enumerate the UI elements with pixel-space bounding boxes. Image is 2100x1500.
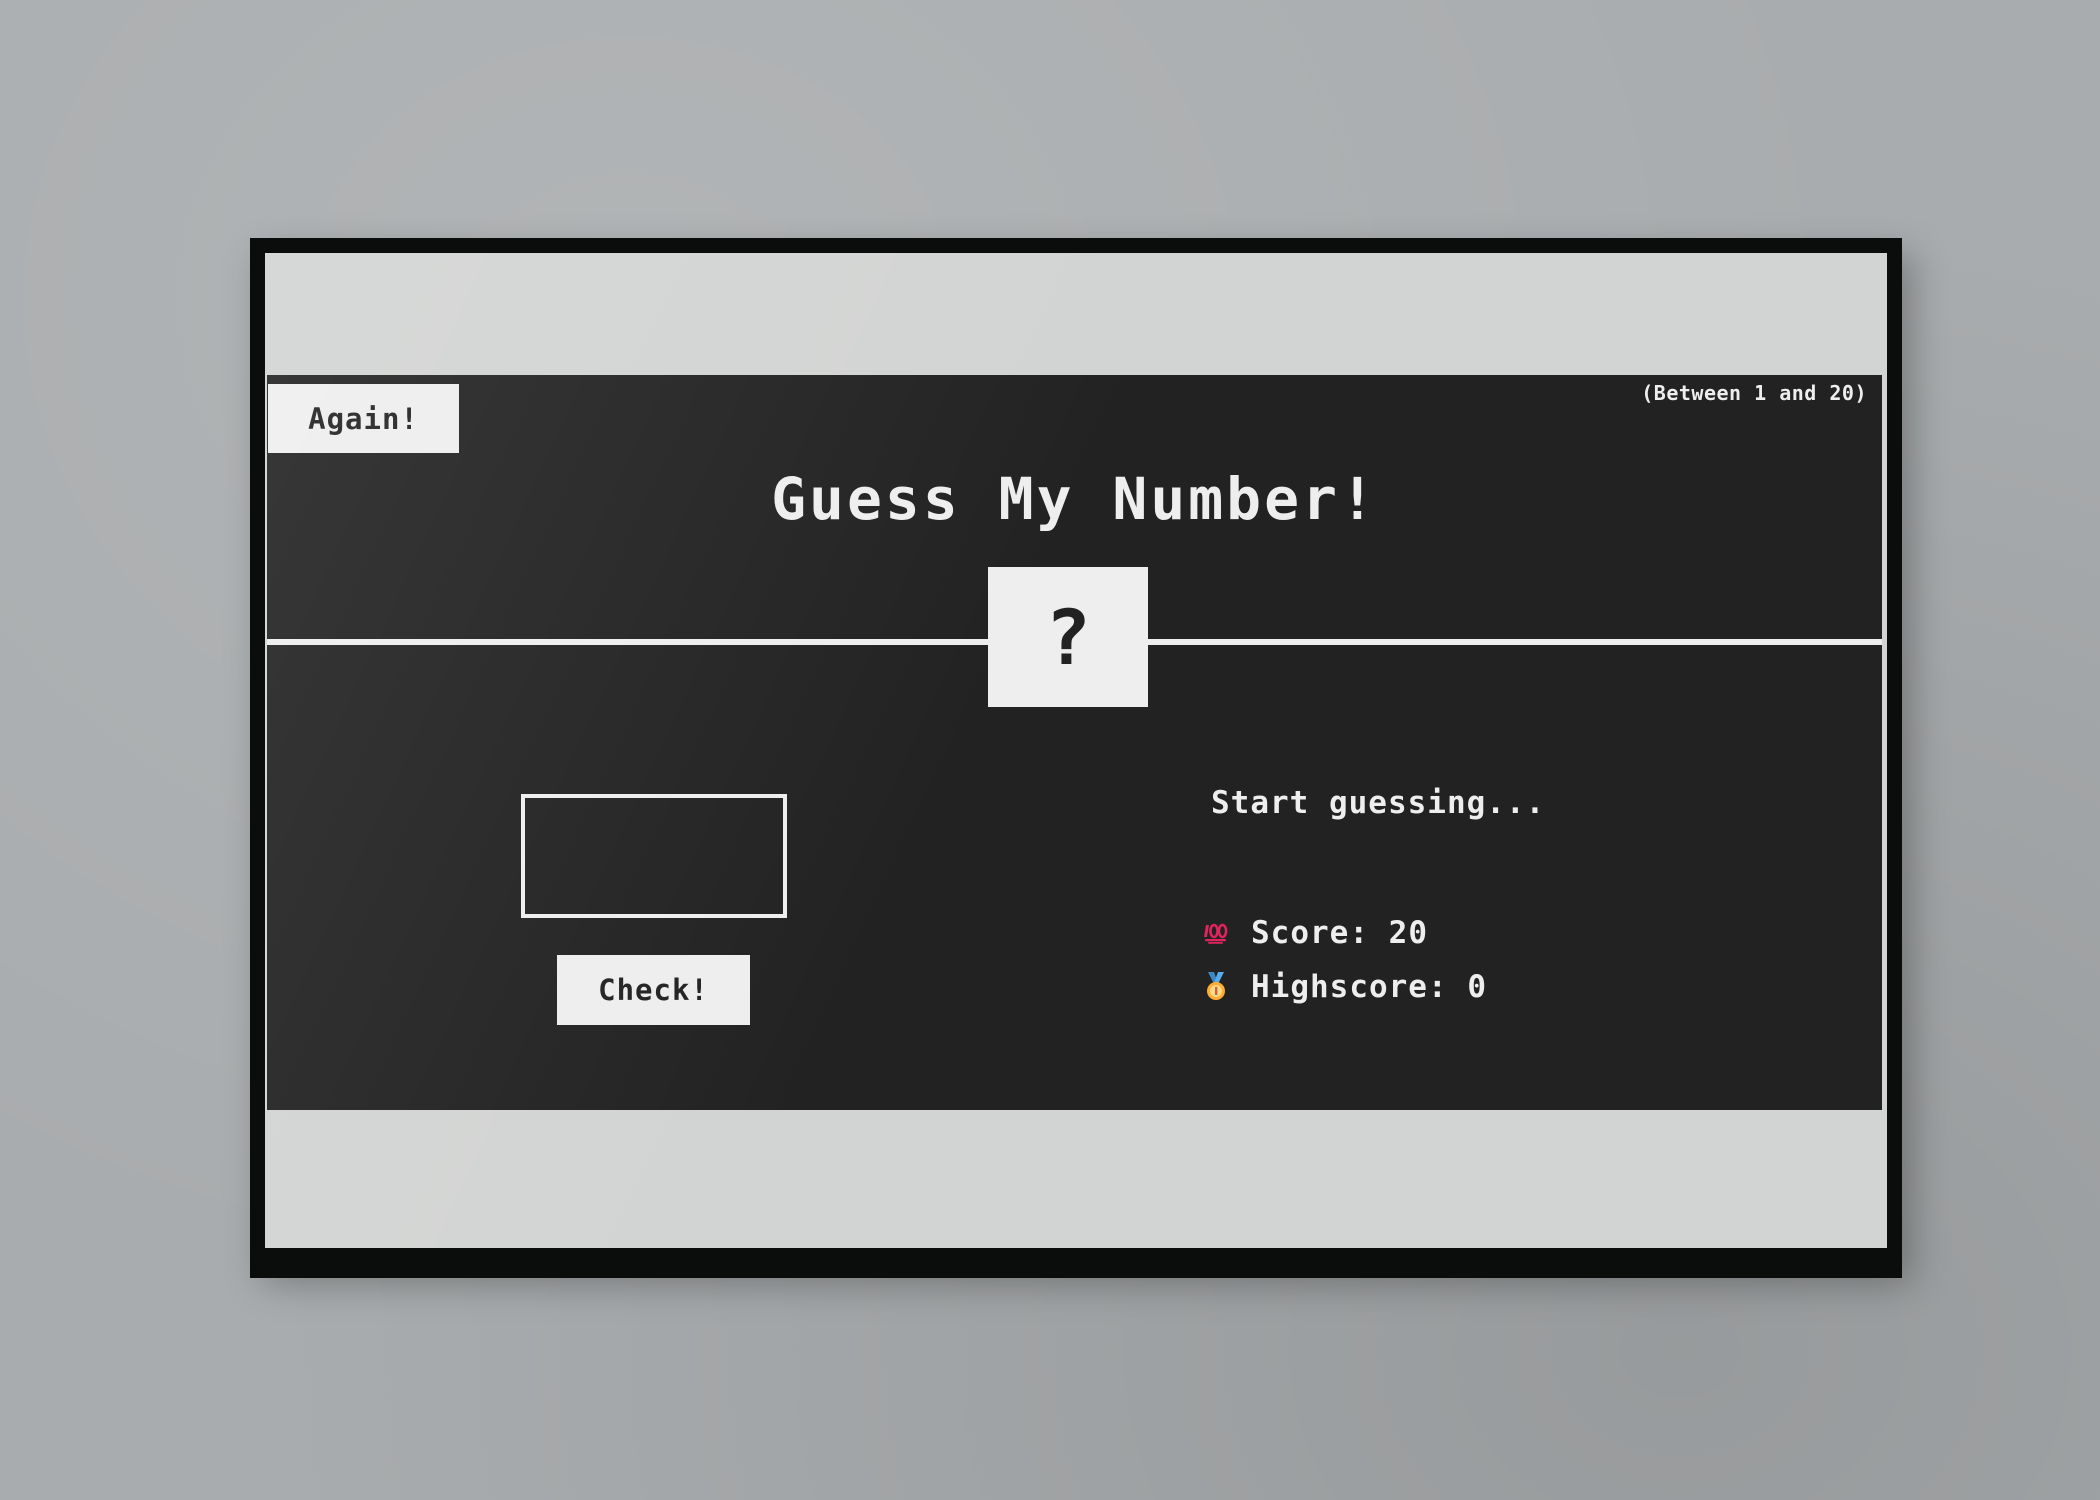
page-title: Guess My Number! <box>771 465 1378 533</box>
again-button[interactable]: Again! <box>268 384 459 453</box>
medal-icon <box>1201 971 1231 1003</box>
secret-number: ? <box>988 567 1148 707</box>
score-value: 20 <box>1388 915 1428 951</box>
highscore-row: Highscore: 0 <box>1201 969 1487 1005</box>
game-app: Again! (Between 1 and 20) Guess My Numbe… <box>267 375 1882 1110</box>
monitor-frame: Again! (Between 1 and 20) Guess My Numbe… <box>250 238 1902 1278</box>
highscore-label: Highscore: <box>1251 969 1448 1005</box>
status-message: Start guessing... <box>1211 785 1546 821</box>
monitor-screen: Again! (Between 1 and 20) Guess My Numbe… <box>265 253 1887 1248</box>
check-button[interactable]: Check! <box>557 955 750 1025</box>
highscore-value: 0 <box>1467 969 1487 1005</box>
score-row: Score: 20 <box>1201 915 1428 951</box>
score-label: Score: <box>1251 915 1369 951</box>
guess-input[interactable] <box>521 794 787 918</box>
range-hint: (Between 1 and 20) <box>1641 381 1867 405</box>
hundred-points-icon <box>1201 917 1231 949</box>
